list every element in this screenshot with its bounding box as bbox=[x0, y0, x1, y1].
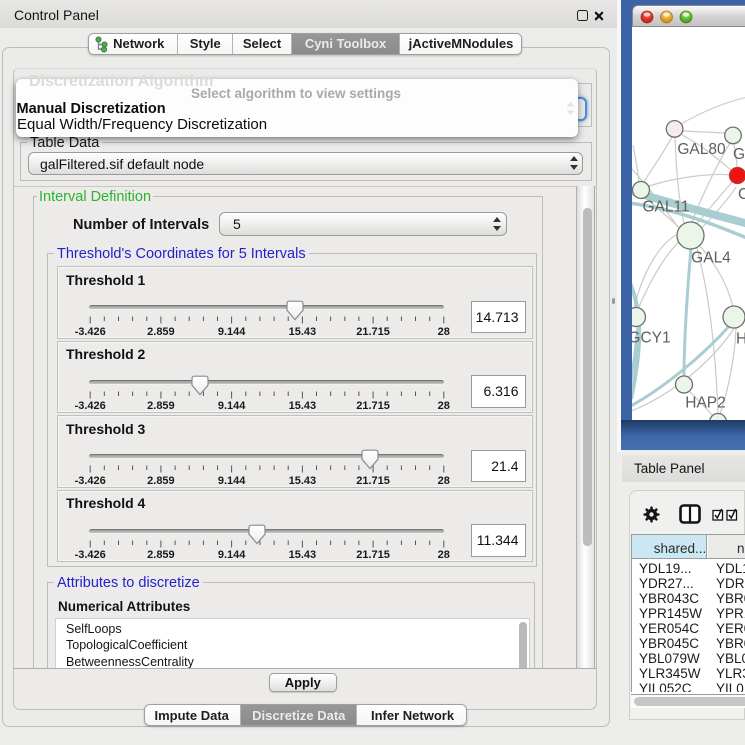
svg-text:HAP2: HAP2 bbox=[685, 395, 726, 412]
svg-text:GAL4: GAL4 bbox=[691, 250, 731, 267]
svg-text:C: C bbox=[738, 186, 745, 203]
svg-text:GAL80: GAL80 bbox=[677, 141, 726, 158]
svg-text:GCY1: GCY1 bbox=[632, 330, 671, 347]
svg-text:GA: GA bbox=[733, 146, 745, 163]
svg-text:H: H bbox=[736, 331, 745, 348]
svg-text:GAL11: GAL11 bbox=[642, 199, 689, 216]
